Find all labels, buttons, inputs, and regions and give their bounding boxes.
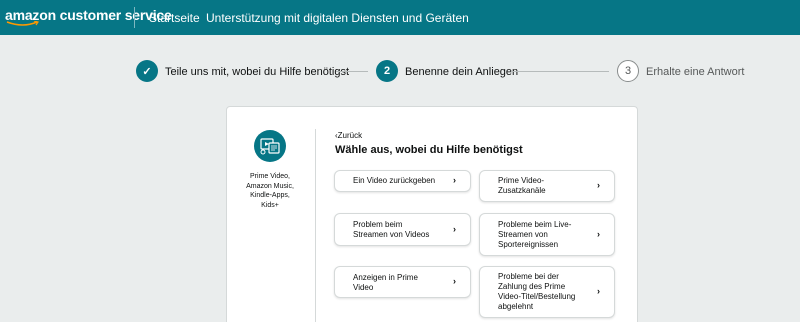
step-1-check-icon: ✓ [136,60,158,82]
step-1-label: Teile uns mit, wobei du Hilfe benötigst [165,66,350,78]
header-bar: amazon customer service Startseite Unter… [0,0,800,35]
help-card: Prime Video, Amazon Music, Kindle-Apps, … [226,106,638,322]
option-payment-declined[interactable]: Probleme bei der Zahlung des Prime Video… [479,266,615,318]
option-streaming-problem[interactable]: Problem beim Streamen von Videos › [334,213,471,246]
option-return-video[interactable]: Ein Video zurückgeben › [334,170,471,192]
amazon-smile-icon [6,21,39,26]
category-name: Prime Video, Amazon Music, Kindle-Apps, … [246,173,294,209]
prime-video-devices-icon [254,130,286,162]
progress-stepper: ✓ Teile uns mit, wobei du Hilfe benötigs… [0,35,800,107]
chevron-right-icon: › [453,224,456,234]
chevron-right-icon: › [597,229,600,239]
header-divider [134,7,135,28]
option-label: Problem beim Streamen von Videos [353,220,430,239]
step-3-label: Erhalte eine Antwort [646,66,745,78]
back-label: Zurück [337,131,363,140]
option-label: Probleme beim Live- Streamen von Sporter… [498,220,572,249]
option-label: Probleme bei der Zahlung des Prime Video… [498,272,576,311]
nav-home-link[interactable]: Startseite [149,11,200,25]
step-3-number: 3 [617,60,639,82]
chevron-right-icon: › [453,175,456,185]
step-2-label: Benenne dein Anliegen [405,66,519,78]
option-ads-in-prime-video[interactable]: Anzeigen in Prime Video › [334,266,471,298]
option-prime-video-channels[interactable]: Prime Video- Zusatzkanäle › [479,170,615,202]
back-link[interactable]: ‹Zurück [335,131,362,140]
devices-icon [260,138,280,155]
card-divider [315,129,316,322]
option-live-sports-streaming[interactable]: Probleme beim Live- Streamen von Sporter… [479,213,615,256]
step-2-number: 2 [376,60,398,82]
page-title: Wähle aus, wobei du Hilfe benötigst [335,144,523,156]
option-label: Prime Video- Zusatzkanäle [498,176,546,195]
nav-digital-services-link[interactable]: Unterstützung mit digitalen Diensten und… [206,11,469,25]
option-label: Ein Video zurückgeben [353,176,436,185]
chevron-right-icon: › [597,286,600,296]
chevron-right-icon: › [597,180,600,190]
chevron-right-icon: › [453,276,456,286]
step-connector [336,71,368,72]
step-connector [511,71,609,72]
option-label: Anzeigen in Prime Video [353,273,418,292]
